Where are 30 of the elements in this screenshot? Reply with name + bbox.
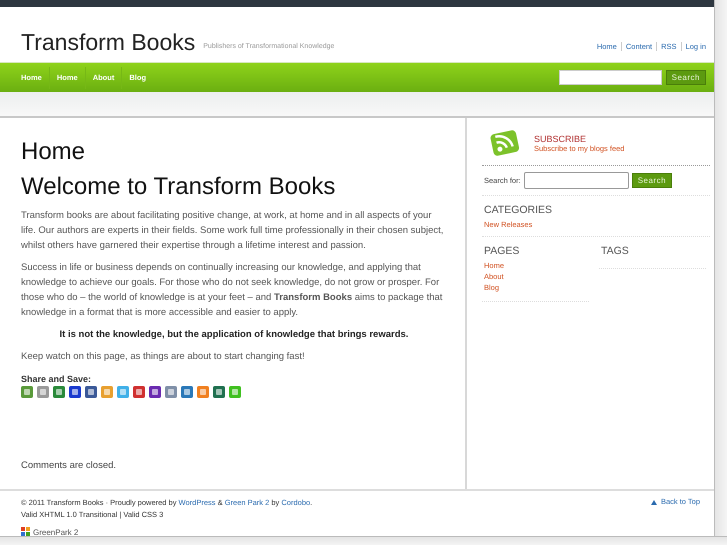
site-title[interactable]: Transform Books (21, 31, 196, 54)
paragraph: Keep watch on this page, as things are about to start changing fast! (21, 350, 306, 364)
paragraph: Transform books are about facilitating positive change, at work, at home and in all aspects of your life. Our authors are experts in their fields. Some work full time professionally in their chosen subject, whilst others have garnered their expertise through a lifetime interest and passion. (21, 208, 444, 253)
widget-title: TAGS (601, 245, 630, 257)
vertical-scrollbar[interactable] (714, 0, 727, 536)
search-button[interactable]: Search (632, 173, 672, 188)
horizontal-scrollbar[interactable] (0, 536, 727, 545)
share-label: Share and Save: (21, 374, 92, 384)
footer-logo: GreenPark 2 (33, 528, 78, 536)
share-icon[interactable] (133, 386, 145, 398)
comments-closed-note: Comments are closed. (21, 460, 118, 471)
share-icon[interactable] (21, 386, 33, 398)
subscribe-heading: SUBSCRIBE (534, 134, 588, 144)
logo-icon (21, 527, 31, 536)
search-field[interactable] (558, 70, 662, 85)
page-title: Home (21, 138, 86, 167)
paragraph: Success in life or business depends on continually increasing our knowledge, and applying that knowledge to achieve our goals. For those who do not seek knowledge, do not grow or prosper. For those who do – the world of knowledge is at your feet – and Transform Books aims to package that knowledge in a format that is more accessible and easier to apply. (21, 260, 444, 320)
widget-title: PAGES (484, 245, 520, 257)
search-button[interactable]: Search (666, 70, 706, 85)
up-arrow-icon[interactable] (650, 500, 657, 505)
share-icon[interactable] (69, 386, 81, 398)
paragraph: It is not the knowledge, but the application of knowledge that brings rewards. (58, 328, 410, 342)
share-icon[interactable] (213, 386, 225, 398)
search-field[interactable] (524, 172, 629, 189)
share-icon[interactable] (181, 386, 193, 398)
widget-title: CATEGORIES (484, 204, 554, 216)
post-heading: Welcome to Transform Books (21, 172, 336, 202)
share-icon[interactable] (53, 386, 65, 398)
share-icon[interactable] (149, 386, 161, 398)
share-icon[interactable] (85, 386, 97, 398)
